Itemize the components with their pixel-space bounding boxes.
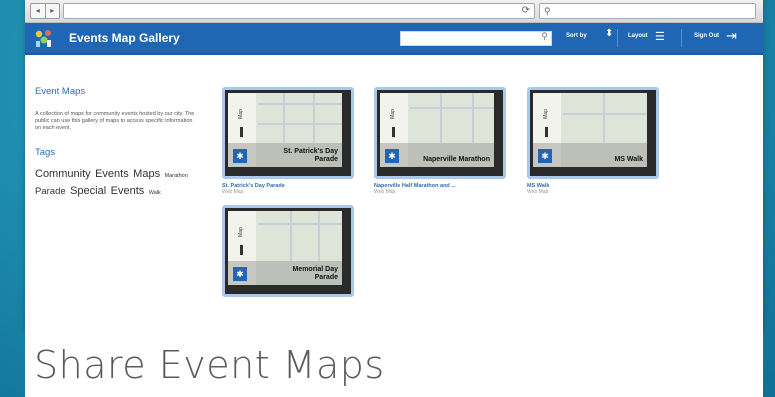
map-preview: Map ✱ Memorial Day Parade [228,211,342,285]
tag-marathon[interactable]: Marathon [165,173,188,179]
sort-arrows-icon[interactable]: ⬍ [605,29,613,39]
map-legend-icon: Map [389,109,396,119]
map-legend-icon: Map [237,227,244,237]
gallery-search-input[interactable]: ⚲ [400,31,552,46]
search-icon[interactable]: ⚲ [541,31,548,42]
list-icon[interactable]: ☰ [655,30,665,43]
tag-events-2[interactable]: Events [111,185,145,197]
tags-heading: Tags [35,147,56,158]
gallery-card[interactable]: Map ✱ St. Patrick's Day Parade St. Patri… [222,87,354,195]
map-thumbnail[interactable]: Map ✱ MS Walk [527,87,659,179]
tag-events[interactable]: Events [95,168,129,180]
card-type: Web Map [374,189,396,195]
browser-toolbar: ◂ ▸ ⟳ ⚲ [25,0,763,23]
map-thumbnail[interactable]: Map ✱ Naperville Marathon [374,87,506,179]
card-type: Web Map [222,189,244,195]
map-preview: Map ✱ MS Walk [533,93,647,167]
tag-maps[interactable]: Maps [133,168,160,180]
map-preview: Map ✱ St. Patrick's Day Parade [228,93,342,167]
sidebar: Event Maps A collection of maps for comm… [35,86,215,200]
sidebar-description: A collection of maps for community event… [35,111,195,131]
runner-icon [240,127,243,137]
slide-caption: Share Event Maps [34,343,385,387]
sidebar-heading: Event Maps [35,86,86,97]
thumbnail-label: Memorial Day Parade [292,266,338,281]
map-legend-icon: Map [542,109,549,119]
sign-out-label[interactable]: Sign Out [694,33,719,39]
map-thumbnail[interactable]: Map ✱ St. Patrick's Day Parade [222,87,354,179]
runner-icon [392,127,395,137]
gallery-card[interactable]: Map ✱ Naperville Marathon Naperville Hal… [374,87,506,195]
tag-parade[interactable]: Parade [35,186,66,197]
gallery-card[interactable]: Map ✱ Memorial Day Parade [222,205,354,297]
search-icon: ⚲ [544,6,551,16]
tag-special[interactable]: Special [70,185,106,197]
app-badge-icon: ✱ [233,267,247,281]
browser-search-field[interactable]: ⚲ [539,3,756,19]
tag-cloud: Community Events Maps Marathon Parade Sp… [35,166,205,200]
sort-by-label[interactable]: Sort by [566,33,587,39]
tag-community[interactable]: Community [35,168,91,180]
url-bar[interactable]: ⟳ [63,3,535,19]
runner-icon [240,245,243,255]
runner-icon [545,127,548,137]
divider [681,29,682,47]
nav-buttons: ◂ ▸ [30,3,60,19]
tag-walk[interactable]: Walk [149,190,161,196]
forward-button[interactable]: ▸ [46,4,60,18]
map-preview: Map ✱ Naperville Marathon [380,93,494,167]
sign-out-icon[interactable]: ⇥ [726,28,737,44]
app-logo-icon [35,30,51,47]
map-legend-icon: Map [237,109,244,119]
browser-window: ◂ ▸ ⟳ ⚲ Events Map Gallery ⚲ Sort by ⬍ L… [25,0,763,332]
thumbnail-label: MS Walk [614,156,643,163]
layout-label[interactable]: Layout [628,33,648,39]
thumbnail-label: St. Patrick's Day Parade [283,148,338,163]
back-button[interactable]: ◂ [31,4,46,18]
divider [617,29,618,47]
card-type: Web Map [527,189,549,195]
app-title: Events Map Gallery [69,31,180,45]
app-header: Events Map Gallery ⚲ Sort by ⬍ Layout ☰ … [25,23,763,55]
app-badge-icon: ✱ [233,149,247,163]
reload-icon[interactable]: ⟳ [522,4,530,18]
gallery-card[interactable]: Map ✱ MS Walk MS Walk Web Map [527,87,659,195]
app-badge-icon: ✱ [385,149,399,163]
thumbnail-label: Naperville Marathon [423,156,490,163]
map-thumbnail[interactable]: Map ✱ Memorial Day Parade [222,205,354,297]
app-badge-icon: ✱ [538,149,552,163]
